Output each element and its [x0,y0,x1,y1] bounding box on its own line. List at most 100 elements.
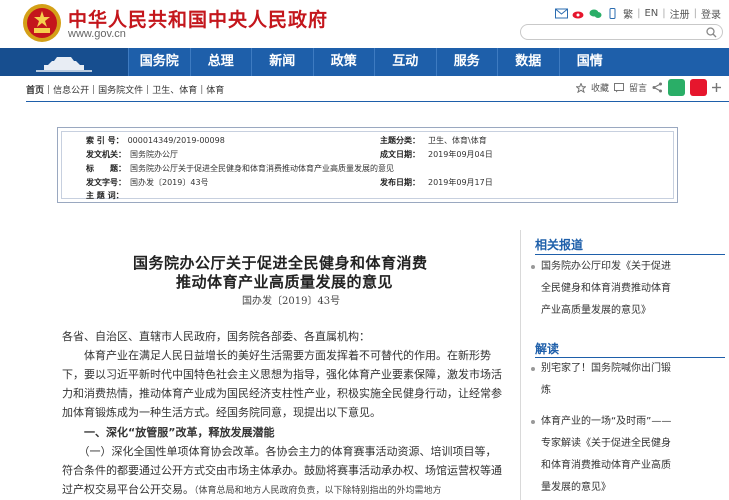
favorite-link[interactable]: 收藏 [591,81,609,94]
info-label: 成文日期： [380,150,420,159]
site-url: www.gov.cn [68,28,126,40]
breadcrumb-separator: | [92,84,96,95]
link-text[interactable]: 专家解读《关于促进全民健身 [541,433,721,455]
divider [26,101,729,102]
info-value: 卫生、体育\体育 [428,136,487,145]
article-paragraph-line: 力和消费热情，推动体育产业成为国民经济支柱性产业，积极实施全民健身行动，让经常参 [62,387,502,400]
weibo-share-icon[interactable] [690,79,707,96]
bullet-icon [531,367,535,371]
comment-icon[interactable] [613,82,624,93]
main-nav: 国务院 总理 新闻 政策 互动 服务 数据 国情 [0,48,729,76]
article-note: （体育总局和地方人民政府负责，以下除特别指出的外均需地方 [194,486,442,496]
sidebar-divider [535,254,725,255]
bullet-icon [531,420,535,424]
info-title-row: 标 题： 国务院办公厅关于促进全民健身和体育消费推动体育产业高质量发展的意见 [86,164,394,174]
nav-item-service[interactable]: 服务 [435,48,498,76]
breadcrumb-home[interactable]: 首页 [26,83,44,96]
info-value: 国务院办公厅 [130,150,178,159]
national-emblem-icon[interactable] [22,3,62,43]
info-value: 2019年09月04日 [428,150,493,159]
document-info-table: 索 引 号： 000014349/2019-00098 主题分类： 卫生、体育\体育… [57,127,678,203]
info-label: 主 题 词： [86,191,124,200]
traditional-chinese-link[interactable]: 繁 [623,6,633,21]
interpretation-heading: 解读 [535,342,560,356]
comment-link[interactable]: 留言 [629,81,647,94]
link-text[interactable]: 别宅家了！国务院喊你出门锻 [541,358,721,380]
info-index-row: 索 引 号： 000014349/2019-00098 [86,136,225,146]
article-doc-number: 国办发〔2019〕43号 [242,296,341,307]
info-value: 国务院办公厅关于促进全民健身和体育消费推动体育产业高质量发展的意见 [130,164,394,173]
breadcrumb-state-council-docs[interactable]: 国务院文件 [98,83,143,96]
nav-item-interaction[interactable]: 互动 [374,48,436,76]
nav-item-state-council[interactable]: 国务院 [128,48,190,76]
breadcrumb-info-disclosure[interactable]: 信息公开 [53,83,89,96]
link-text[interactable]: 国务院办公厅印发《关于促进 [541,256,721,278]
nav-item-premier[interactable]: 总理 [189,48,252,76]
article-paragraph-line: （一）深化全国性单项体育协会改革。各协会主力的体育赛事活动资源、培训项目等， [62,445,497,458]
article-paragraph-line: 过产权交易平台公开交易。（体育总局和地方人民政府负责，以下除特别指出的外均需地方 [62,480,512,500]
info-docno-row: 发文字号： 国办发〔2019〕43号 [86,178,209,188]
info-label: 发文字号： [86,178,126,187]
article-title-line1: 国务院办公厅关于促进全民健身和体育消费 [133,254,428,272]
info-label: 主题分类： [380,136,420,145]
separator: | [637,8,641,19]
link-text[interactable]: 和体育消费推动体育产业高质 [541,455,721,477]
article-greeting: 各省、自治区、直辖市人民政府，国务院各部委、各直属机构： [62,330,370,343]
article-paragraph-line: 体育产业在满足人民日益增长的美好生活需要方面发挥着不可替代的作用。在新形势 [62,349,491,362]
info-pubdate-row: 发布日期： 2019年09月17日 [380,178,493,188]
info-label: 标 题： [86,164,126,173]
nav-home-banner[interactable] [0,48,128,76]
weibo-icon[interactable] [572,8,585,19]
link-text[interactable]: 炼 [541,380,721,402]
search-icon[interactable] [706,27,717,38]
info-value: 2019年09月17日 [428,178,493,187]
register-link[interactable]: 注册 [670,6,690,21]
article-paragraph-line: 符合条件的都要通过公开方式交由市场主体承办。鼓励将赛事活动承办权、场馆运营权等通 [62,464,502,477]
mobile-icon[interactable] [606,8,619,19]
breadcrumb-sports[interactable]: 体育 [206,83,224,96]
wechat-icon[interactable] [589,8,602,19]
separator: | [662,8,666,19]
search-input[interactable] [520,24,723,40]
related-reports-heading: 相关报道 [535,238,584,252]
plus-icon[interactable] [712,83,721,92]
related-link[interactable]: 国务院办公厅印发《关于促进 全民健身和体育消费推动体育 产业高质量发展的意见》 [531,256,721,322]
breadcrumb-separator: | [200,84,204,95]
nav-item-national-info[interactable]: 国情 [558,48,621,76]
link-text[interactable]: 体育产业的一场“及时雨”—— [541,411,721,433]
breadcrumb-separator: | [146,84,150,95]
share-icon[interactable] [652,82,663,93]
wechat-share-icon[interactable] [668,79,685,96]
breadcrumb-separator: | [47,84,51,95]
site-header: 中华人民共和国中央人民政府 www.gov.cn 繁 | EN | 注册 | 登… [0,0,729,48]
bullet-icon [531,265,535,269]
english-link[interactable]: EN [644,8,658,19]
separator: | [693,8,697,19]
top-links: 繁 | EN | 注册 | 登录 [555,6,721,21]
link-text[interactable]: 量发展的意见》 [541,477,721,499]
breadcrumb-health-sports[interactable]: 卫生、体育 [152,83,197,96]
link-text[interactable]: 全民健身和体育消费推动体育 [541,278,721,300]
star-icon[interactable] [575,82,586,93]
link-text[interactable]: 产业高质量发展的意见》 [541,300,721,322]
info-subject-row: 主 题 词： [86,191,128,201]
nav-item-news[interactable]: 新闻 [251,48,313,76]
tiananmen-icon [36,57,92,72]
nav-item-data[interactable]: 数据 [497,48,559,76]
interpretation-link[interactable]: 体育产业的一场“及时雨”—— 专家解读《关于促进全民健身 和体育消费推动体育产业… [531,411,721,499]
info-label: 索 引 号： [86,136,124,145]
mail-icon[interactable] [555,8,569,19]
article-title-line2: 推动体育产业高质量发展的意见 [176,273,394,291]
info-value: 000014349/2019-00098 [127,136,225,145]
interpretation-link[interactable]: 别宅家了！国务院喊你出门锻 炼 [531,358,721,402]
nav-item-policy[interactable]: 政策 [312,48,375,76]
login-link[interactable]: 登录 [701,6,721,21]
article-section-heading: 一、深化“放管服”改革，释放发展潜能 [62,426,275,439]
info-value: 国办发〔2019〕43号 [130,178,209,187]
article-text: 过产权交易平台公开交易。 [62,483,194,496]
sidebar: 相关报道 国务院办公厅印发《关于促进 全民健身和体育消费推动体育 产业高质量发展… [520,230,729,500]
info-label: 发文机关： [86,150,126,159]
breadcrumb: 首页 | 信息公开 | 国务院文件 | 卫生、体育 | 体育 [26,83,224,97]
info-topic-row: 主题分类： 卫生、体育\体育 [380,136,487,146]
article-tools: 收藏 留言 [575,79,721,96]
